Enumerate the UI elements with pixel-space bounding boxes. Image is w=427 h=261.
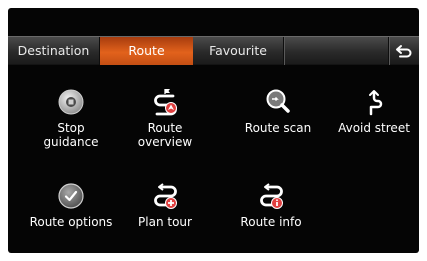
tab-favourite[interactable]: Favourite — [193, 37, 284, 65]
route-scan-icon — [266, 89, 290, 113]
menu-item-label: Route overview — [137, 121, 193, 149]
menu-item-label: Plan tour — [138, 215, 192, 229]
tab-route[interactable]: Route — [100, 37, 193, 65]
menu-item-label: Route scan — [244, 121, 312, 135]
menu-item-label: Route options — [29, 215, 113, 229]
menu-item-plan-tour[interactable]: Plan tour — [120, 182, 210, 229]
menu-item-avoid-street[interactable]: Avoid street — [329, 88, 419, 135]
menu-item-stop-guidance[interactable]: Stop guidance — [26, 88, 116, 149]
route-overview-icon — [154, 89, 177, 116]
menu-item-route-options[interactable]: Route options — [26, 182, 116, 229]
route-info-icon — [260, 183, 283, 209]
plan-tour-icon — [154, 183, 177, 209]
tab-bar: Destination Route Favourite — [8, 36, 419, 65]
avoid-street-icon — [369, 90, 383, 116]
route-options-icon — [58, 183, 84, 209]
menu-item-route-info[interactable]: Route info — [226, 182, 316, 229]
back-button[interactable] — [388, 37, 419, 65]
menu-item-label: Stop guidance — [43, 121, 99, 149]
back-arrow-icon — [396, 45, 412, 58]
menu-item-route-overview[interactable]: Route overview — [120, 88, 210, 149]
menu-item-label: Route info — [240, 215, 302, 229]
stop-guidance-icon — [58, 89, 84, 115]
navigation-screen: Destination Route Favourite Stop guidanc… — [8, 8, 419, 253]
menu-item-route-scan[interactable]: Route scan — [233, 88, 323, 135]
menu-item-label: Avoid street — [338, 121, 410, 135]
tab-destination[interactable]: Destination — [8, 37, 100, 65]
